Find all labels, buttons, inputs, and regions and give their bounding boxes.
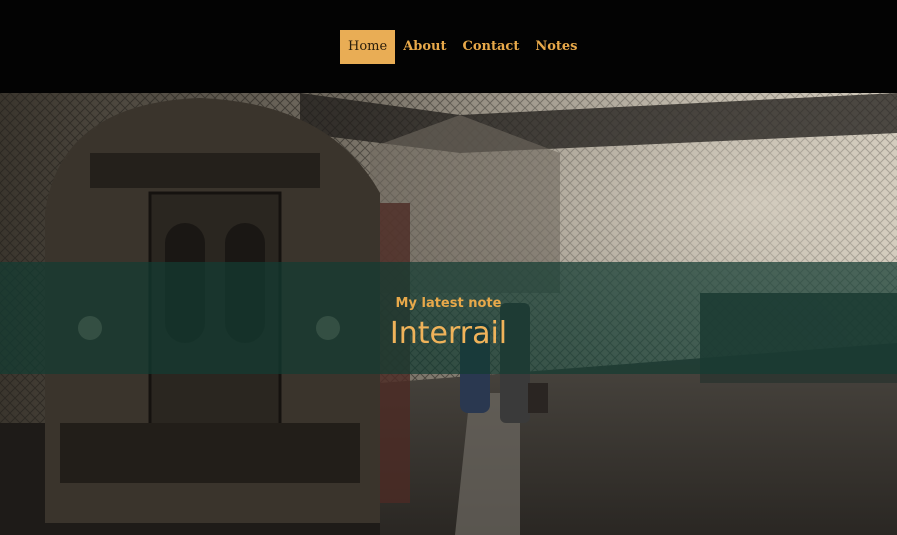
nav-item-notes[interactable]: Notes	[527, 30, 585, 64]
hero-title[interactable]: Interrail	[0, 316, 897, 351]
nav-item-about[interactable]: About	[395, 30, 454, 64]
nav-item-home[interactable]: Home	[340, 30, 396, 64]
top-navigation-bar: Home About Contact Notes	[0, 0, 897, 93]
main-nav: Home About Contact Notes	[340, 30, 585, 64]
hero-subtitle: My latest note	[395, 296, 502, 311]
nav-item-contact[interactable]: Contact	[455, 30, 528, 64]
